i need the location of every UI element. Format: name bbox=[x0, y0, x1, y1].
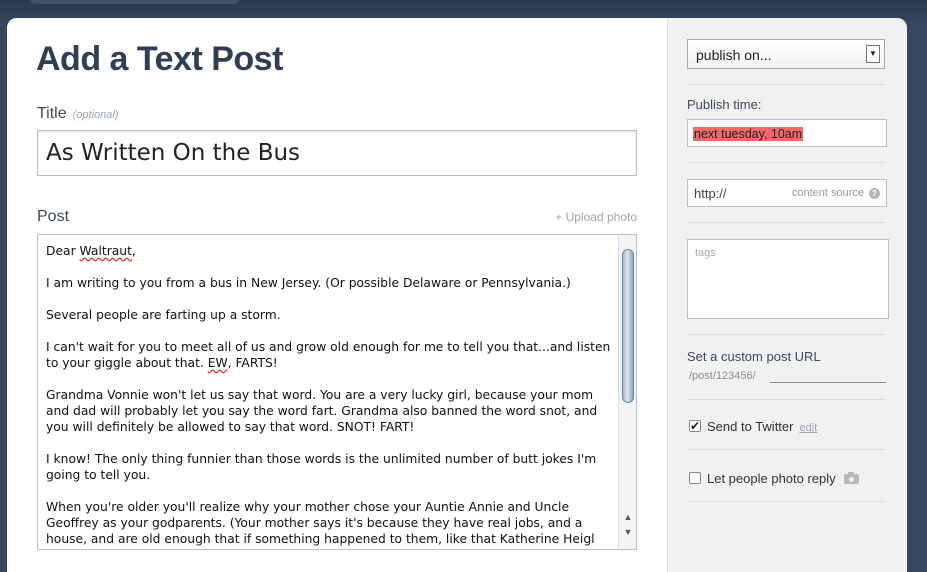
post-options-sidebar: publish on... ▼ Publish time: next tuesd… bbox=[667, 18, 907, 572]
publish-time-input[interactable]: next tuesday, 10am bbox=[687, 119, 887, 147]
tags-input[interactable]: tags bbox=[687, 239, 889, 319]
photo-reply-label-row: Let people photo reply bbox=[707, 471, 859, 486]
post-editor-panel: Add a Text Post Title (optional) As Writt… bbox=[7, 18, 907, 572]
divider bbox=[687, 399, 886, 400]
upload-photo-link[interactable]: + Upload photo bbox=[555, 210, 637, 224]
photo-reply-label[interactable]: Let people photo reply bbox=[707, 471, 836, 486]
divider bbox=[687, 501, 886, 502]
scroll-down-icon[interactable]: ▼ bbox=[621, 526, 635, 538]
post-label: Post bbox=[37, 208, 70, 225]
content-source-input[interactable]: http:// content source ? bbox=[687, 179, 887, 207]
twitter-edit-link[interactable]: edit bbox=[799, 422, 817, 434]
paragraph-3: I can't wait for you to meet all of us a… bbox=[46, 339, 612, 371]
paragraph-3-end: , FARTS! bbox=[227, 356, 278, 370]
paragraph-1: I am writing to you from a bus in New Je… bbox=[46, 276, 571, 290]
twitter-label-row: Send to Twitter edit bbox=[707, 419, 817, 434]
publish-select-value: publish on... bbox=[696, 47, 772, 63]
chevron-down-icon[interactable]: ▼ bbox=[866, 45, 880, 63]
publish-select[interactable]: publish on... ▼ bbox=[687, 39, 885, 69]
logo-ghost bbox=[30, 0, 240, 4]
custom-url-prefix: /post/123456/ bbox=[689, 370, 756, 382]
paragraph-4: Grandma Vonnie won't let us say that wor… bbox=[46, 388, 598, 434]
post-body-text[interactable]: Dear Waltraut, I am writing to you from … bbox=[46, 243, 612, 549]
camera-icon bbox=[843, 472, 859, 484]
title-hint: (optional) bbox=[72, 109, 119, 121]
divider bbox=[687, 222, 886, 223]
paragraph-2: Several people are farting up a storm. bbox=[46, 308, 281, 322]
title-label: Title bbox=[37, 105, 67, 122]
paragraph-6: When you're older you'll realize why you… bbox=[46, 500, 595, 546]
publish-time-label: Publish time: bbox=[687, 97, 762, 112]
divider bbox=[687, 84, 886, 85]
publish-time-value: next tuesday, 10am bbox=[693, 127, 804, 141]
divider bbox=[687, 334, 886, 335]
paragraph-3-text: I can't wait for you to meet all of us a… bbox=[46, 340, 611, 370]
twitter-checkbox[interactable]: ✔ bbox=[689, 420, 701, 432]
scroll-up-icon[interactable]: ▲ bbox=[621, 511, 635, 523]
twitter-label[interactable]: Send to Twitter bbox=[707, 419, 793, 434]
paragraph-5: I know! The only thing funnier than thos… bbox=[46, 452, 597, 482]
greeting-word: Dear bbox=[46, 244, 80, 258]
scrollbar-thumb[interactable] bbox=[622, 249, 634, 403]
top-strip bbox=[0, 0, 927, 20]
vertical-scrollbar[interactable]: ▲ ▼ bbox=[618, 235, 636, 549]
title-input[interactable]: As Written On the Bus bbox=[37, 130, 637, 176]
custom-url-label: Set a custom post URL bbox=[687, 349, 821, 364]
spellcheck-word: Waltraut bbox=[79, 244, 132, 258]
content-source-value: http:// bbox=[694, 186, 727, 201]
editor-main: Add a Text Post Title (optional) As Writt… bbox=[7, 18, 667, 572]
spellcheck-word: EW bbox=[207, 356, 228, 370]
help-icon[interactable]: ? bbox=[869, 188, 880, 199]
post-body-textarea[interactable]: Dear Waltraut, I am writing to you from … bbox=[37, 234, 637, 550]
divider bbox=[687, 162, 886, 163]
greeting-end: , bbox=[131, 244, 136, 258]
divider bbox=[687, 449, 886, 450]
title-label-row: Title (optional) bbox=[37, 105, 119, 123]
custom-url-input[interactable] bbox=[770, 382, 886, 383]
photo-reply-checkbox[interactable] bbox=[689, 472, 701, 484]
page-title: Add a Text Post bbox=[36, 40, 283, 78]
greeting-line: Dear Waltraut, bbox=[46, 243, 612, 259]
content-source-placeholder: content source bbox=[791, 187, 864, 199]
